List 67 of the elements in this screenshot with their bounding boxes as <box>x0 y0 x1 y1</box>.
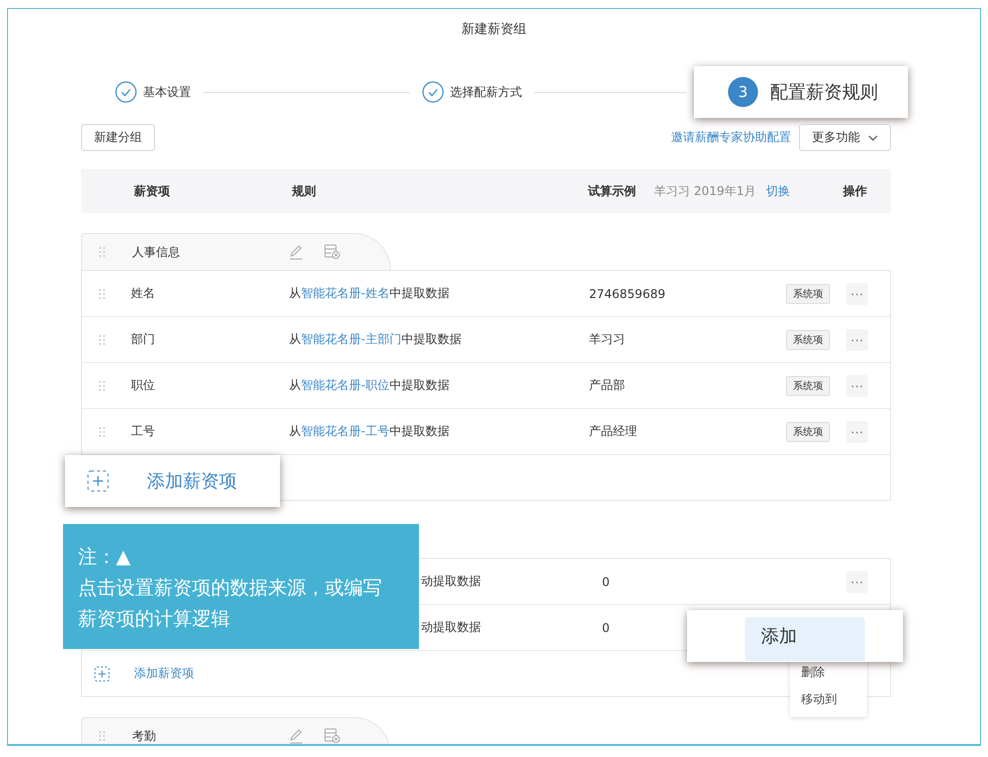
sample-value: 产品部 <box>589 377 626 394</box>
menu-item[interactable]: 添加 <box>745 617 865 661</box>
more-actions-button[interactable]: ··· <box>846 282 868 304</box>
system-item-tag: 系统项 <box>786 376 830 396</box>
more-actions-button[interactable]: ··· <box>846 420 868 442</box>
add-icon <box>87 470 109 492</box>
system-item-tag: 系统项 <box>786 422 830 442</box>
sample-value: 0 <box>602 620 611 634</box>
sample-value: 0 <box>602 574 611 588</box>
step-label: 选择配薪方式 <box>450 84 522 100</box>
more-actions-button[interactable]: ··· <box>846 570 868 592</box>
drag-handle-icon[interactable] <box>98 426 106 438</box>
more-functions-button[interactable]: 更多功能 <box>799 124 891 151</box>
delete-table-icon[interactable] <box>324 244 341 260</box>
add-icon[interactable] <box>94 666 110 682</box>
chevron-down-icon <box>868 134 878 140</box>
group-tab[interactable]: 人事信息 <box>81 233 391 270</box>
edit-icon[interactable] <box>288 244 304 260</box>
sample-value: 羊习习 <box>589 331 626 348</box>
column-header: 试算示例 <box>588 182 636 200</box>
sample-person-label: 羊习习 2019年1月 <box>654 182 756 200</box>
switch-link[interactable]: 切换 <box>766 182 790 200</box>
delete-table-icon[interactable] <box>324 728 341 744</box>
edit-icon[interactable] <box>288 728 304 744</box>
menu-item[interactable]: 删除 <box>790 659 867 686</box>
roster-field-link[interactable]: 智能花名册-工号 <box>301 424 390 438</box>
more-actions-button[interactable]: ··· <box>846 328 868 350</box>
add-salary-item-label: 添加薪资项 <box>147 470 237 493</box>
new-group-button[interactable]: 新建分组 <box>81 124 155 151</box>
rule-text: 从智能花名册-职位中提取数据 <box>289 377 450 394</box>
menu-item[interactable]: 移动到 <box>790 686 867 713</box>
sample-value: 2746859689 <box>589 286 666 300</box>
more-actions-button[interactable]: ··· <box>846 374 868 396</box>
roster-field-link[interactable]: 智能花名册-姓名 <box>301 286 390 300</box>
step-label: 基本设置 <box>143 84 191 100</box>
drag-handle-icon[interactable] <box>98 730 106 742</box>
group-tab[interactable]: 考勤 <box>81 717 391 744</box>
note-text: 点击设置薪资项的数据来源，或编写薪资项的计算逻辑 <box>78 576 383 632</box>
column-header: 操作 <box>843 182 867 200</box>
drag-handle-icon[interactable] <box>98 380 106 392</box>
drag-handle-icon[interactable] <box>98 288 106 300</box>
group-name: 人事信息 <box>132 244 181 260</box>
rule-text: 动提取数据 <box>421 619 482 636</box>
rule-text: 从智能花名册-姓名 中提取数据 <box>289 285 450 302</box>
drag-handle-icon[interactable] <box>98 246 106 258</box>
item-name: 姓名 <box>131 285 156 302</box>
rule-text: 动提取数据 <box>421 573 482 590</box>
item-name: 职位 <box>131 377 156 394</box>
drag-handle-icon[interactable] <box>98 334 106 346</box>
system-item-tag: 系统项 <box>786 330 830 350</box>
system-item-tag: 系统项 <box>786 284 830 304</box>
rule-text: 从智能花名册-工号中提取数据 <box>289 423 450 440</box>
invite-expert-link[interactable]: 邀请薪酬专家协助配置 <box>671 129 791 146</box>
rule-text: 从智能花名册-主部门中提取数据 <box>289 331 462 348</box>
step-label: 配置薪资规则 <box>770 81 878 104</box>
roster-field-link[interactable]: 智能花名册-职位 <box>301 378 390 392</box>
column-header: 薪资项 <box>134 182 171 200</box>
group-name: 考勤 <box>132 728 157 744</box>
roster-field-link[interactable]: 智能花名册-主部门 <box>301 332 402 346</box>
column-header: 规则 <box>292 182 317 200</box>
dialog-title: 新建薪资组 <box>460 21 528 39</box>
step-number: 3 <box>728 77 758 107</box>
add-salary-item-link[interactable]: 添加薪资项 <box>134 665 194 682</box>
item-name: 部门 <box>131 331 156 348</box>
sample-value: 产品经理 <box>589 423 638 440</box>
item-name: 工号 <box>131 423 156 440</box>
note-title: 注：▲ <box>78 545 132 570</box>
